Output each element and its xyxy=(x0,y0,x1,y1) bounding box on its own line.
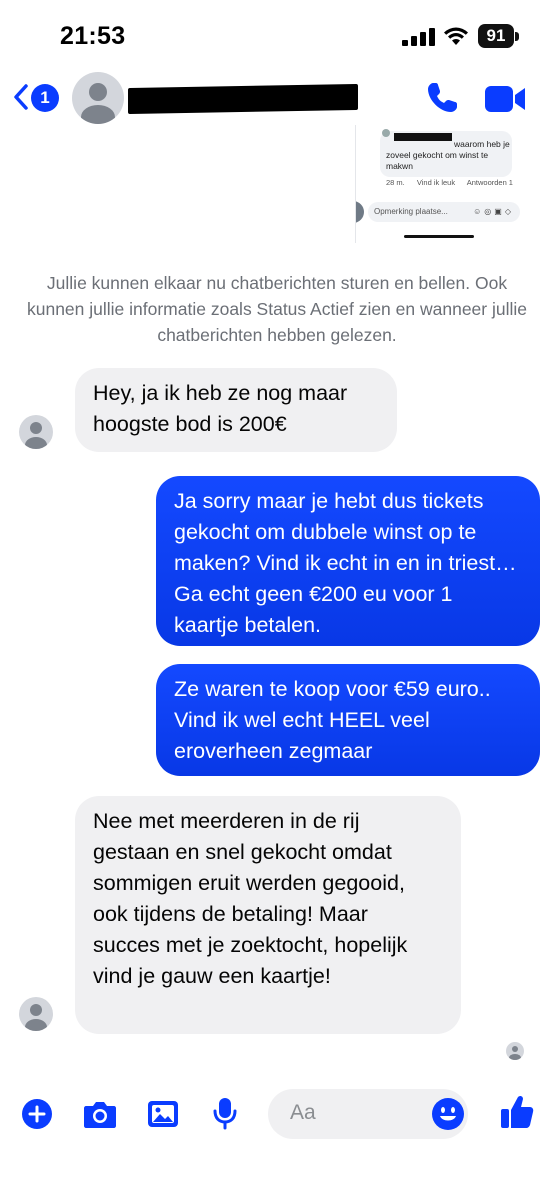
emoji-icon[interactable] xyxy=(431,1097,465,1131)
video-call-icon[interactable] xyxy=(484,84,526,114)
embedded-input-icons: ☺◎▣◇ xyxy=(473,207,514,216)
microphone-icon[interactable] xyxy=(211,1096,239,1130)
back-chevron-icon[interactable] xyxy=(10,82,32,112)
embedded-reply: Antwoorden xyxy=(466,178,507,187)
message-input-placeholder: Aa xyxy=(290,1101,316,1124)
embedded-avatar xyxy=(382,129,390,137)
embedded-screenshot: waarom heb je zoveel gekocht om winst te… xyxy=(355,125,522,243)
thumbs-up-icon[interactable] xyxy=(500,1094,534,1130)
cellular-signal-icon xyxy=(402,28,436,46)
phone-call-icon[interactable] xyxy=(424,80,460,116)
embedded-time: 28 m. xyxy=(386,178,405,187)
redacted-contact-name xyxy=(128,83,358,115)
embedded-comment-text: waarom heb je zoveel gekocht om winst te… xyxy=(386,139,510,171)
embedded-reaction-count: 1 xyxy=(508,178,513,187)
message-avatar xyxy=(19,415,53,449)
embedded-comment-meta: 28 m. Vind ik leuk Antwoorden 1 xyxy=(386,178,522,187)
contact-avatar[interactable] xyxy=(72,72,124,124)
battery-cap xyxy=(515,32,519,41)
unread-badge[interactable]: 1 xyxy=(31,84,59,112)
chat-info-text: Jullie kunnen elkaar nu chatberichten st… xyxy=(26,273,527,345)
gallery-icon[interactable] xyxy=(146,1098,180,1130)
incoming-message[interactable]: Hey, ja ik heb ze nog maar hoogste bod i… xyxy=(75,368,397,452)
plus-icon[interactable] xyxy=(21,1098,53,1130)
embedded-user-avatar xyxy=(356,201,364,223)
message-avatar xyxy=(19,997,53,1031)
outgoing-message[interactable]: Ja sorry maar je hebt dus tickets gekoch… xyxy=(156,476,540,646)
status-time: 21:53 xyxy=(60,22,126,50)
outgoing-message[interactable]: Ze waren te koop voor €59 euro.. Vind ik… xyxy=(156,664,540,776)
wifi-icon xyxy=(444,27,468,45)
camera-icon[interactable] xyxy=(82,1098,118,1130)
read-receipt-avatar xyxy=(506,1042,524,1060)
battery-indicator: 91 xyxy=(478,24,514,48)
embedded-home-indicator xyxy=(404,235,474,238)
embedded-like: Vind ik leuk xyxy=(416,178,456,187)
incoming-message[interactable]: Nee met meerderen in de rij gestaan en s… xyxy=(75,796,461,1034)
